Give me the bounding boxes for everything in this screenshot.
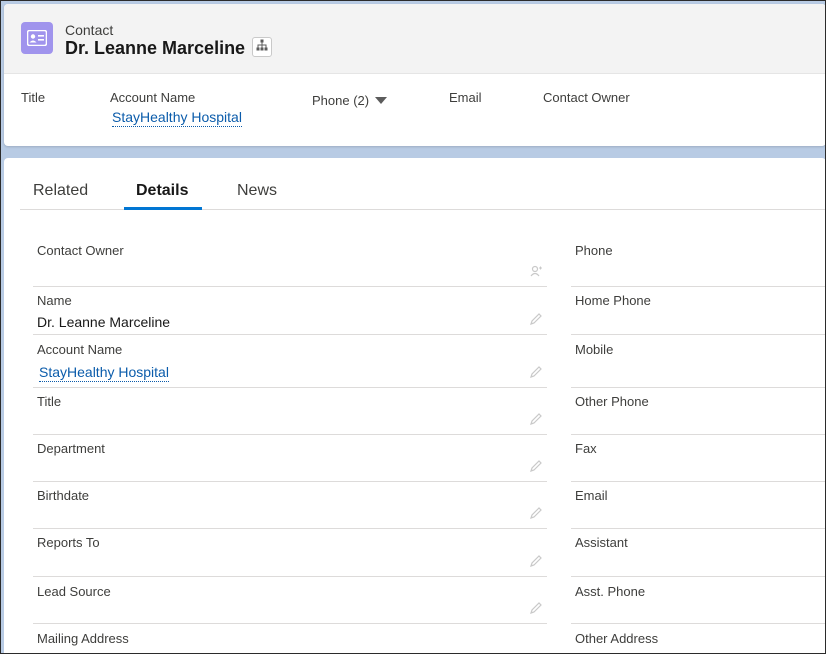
field-label: Email bbox=[575, 488, 608, 503]
field-contact-owner: Contact Owner bbox=[33, 238, 547, 287]
contact-icon bbox=[21, 22, 53, 54]
pencil-icon[interactable] bbox=[529, 312, 543, 326]
field-fax: Fax bbox=[571, 435, 825, 482]
field-name: Name Dr. Leanne Marceline bbox=[33, 287, 547, 335]
field-home-phone: Home Phone bbox=[571, 287, 825, 335]
field-department: Department bbox=[33, 435, 547, 482]
field-mobile: Mobile bbox=[571, 335, 825, 388]
highlight-title-label: Title bbox=[21, 90, 46, 105]
pencil-icon[interactable] bbox=[529, 506, 543, 520]
field-label: Name bbox=[37, 293, 72, 308]
field-phone: Phone bbox=[571, 238, 825, 287]
field-email: Email bbox=[571, 482, 825, 529]
field-label: Department bbox=[37, 441, 105, 456]
field-mailing-address: Mailing Address bbox=[33, 624, 547, 653]
record-detail-card: Related Details News Contact Owner Name … bbox=[4, 158, 825, 653]
tab-related[interactable]: Related bbox=[33, 182, 88, 200]
tab-bar: Related Details News bbox=[20, 158, 825, 210]
field-label: Birthdate bbox=[37, 488, 90, 503]
field-label: Mobile bbox=[575, 342, 614, 357]
tab-news[interactable]: News bbox=[237, 182, 277, 200]
tab-details[interactable]: Details bbox=[136, 182, 188, 200]
field-label: Mailing Address bbox=[37, 631, 129, 646]
field-reports-to: Reports To bbox=[33, 529, 547, 577]
app-frame: Contact Dr. Leanne Marceline Title Accou… bbox=[0, 0, 826, 654]
record-header: Contact Dr. Leanne Marceline Title Accou… bbox=[4, 4, 825, 146]
field-label: Fax bbox=[575, 441, 597, 456]
field-label: Phone bbox=[575, 243, 613, 258]
field-label: Home Phone bbox=[575, 293, 651, 308]
change-owner-icon[interactable] bbox=[529, 264, 543, 278]
field-label: Reports To bbox=[37, 535, 100, 550]
field-label: Assistant bbox=[575, 535, 628, 550]
pencil-icon[interactable] bbox=[529, 412, 543, 426]
phone-dropdown[interactable]: Phone (2) bbox=[312, 93, 388, 108]
field-account-name: Account Name StayHealthy Hospital bbox=[33, 335, 547, 388]
field-asst-phone: Asst. Phone bbox=[571, 577, 825, 624]
hierarchy-button[interactable] bbox=[252, 37, 272, 57]
field-label: Other Phone bbox=[575, 394, 649, 409]
field-other-address: Other Address bbox=[571, 624, 825, 653]
field-label: Contact Owner bbox=[37, 243, 124, 258]
field-title: Title bbox=[33, 388, 547, 435]
field-lead-source: Lead Source bbox=[33, 577, 547, 624]
field-value: Dr. Leanne Marceline bbox=[37, 314, 171, 330]
pencil-icon[interactable] bbox=[529, 601, 543, 615]
field-label: Account Name bbox=[37, 342, 123, 357]
chevron-down-icon bbox=[375, 97, 388, 104]
pencil-icon[interactable] bbox=[529, 459, 543, 473]
field-label: Lead Source bbox=[37, 584, 111, 599]
object-type-label: Contact bbox=[65, 22, 114, 38]
record-name: Dr. Leanne Marceline bbox=[65, 38, 246, 58]
highlight-account-link[interactable]: StayHealthy Hospital bbox=[112, 109, 242, 127]
record-header-top: Contact Dr. Leanne Marceline bbox=[4, 4, 825, 74]
pencil-icon[interactable] bbox=[529, 365, 543, 379]
highlight-phone-label: Phone (2) bbox=[312, 93, 370, 108]
field-label: Title bbox=[37, 394, 62, 409]
field-label: Asst. Phone bbox=[575, 584, 646, 599]
field-assistant: Assistant bbox=[571, 529, 825, 577]
field-birthdate: Birthdate bbox=[33, 482, 547, 529]
field-other-phone: Other Phone bbox=[571, 388, 825, 435]
highlight-owner-label: Contact Owner bbox=[543, 90, 630, 105]
pencil-icon[interactable] bbox=[529, 554, 543, 568]
active-tab-indicator bbox=[124, 207, 202, 210]
field-label: Other Address bbox=[575, 631, 659, 646]
account-link[interactable]: StayHealthy Hospital bbox=[39, 364, 169, 382]
highlight-email-label: Email bbox=[449, 90, 482, 105]
hierarchy-icon bbox=[256, 38, 268, 56]
highlight-account-label: Account Name bbox=[110, 90, 196, 105]
